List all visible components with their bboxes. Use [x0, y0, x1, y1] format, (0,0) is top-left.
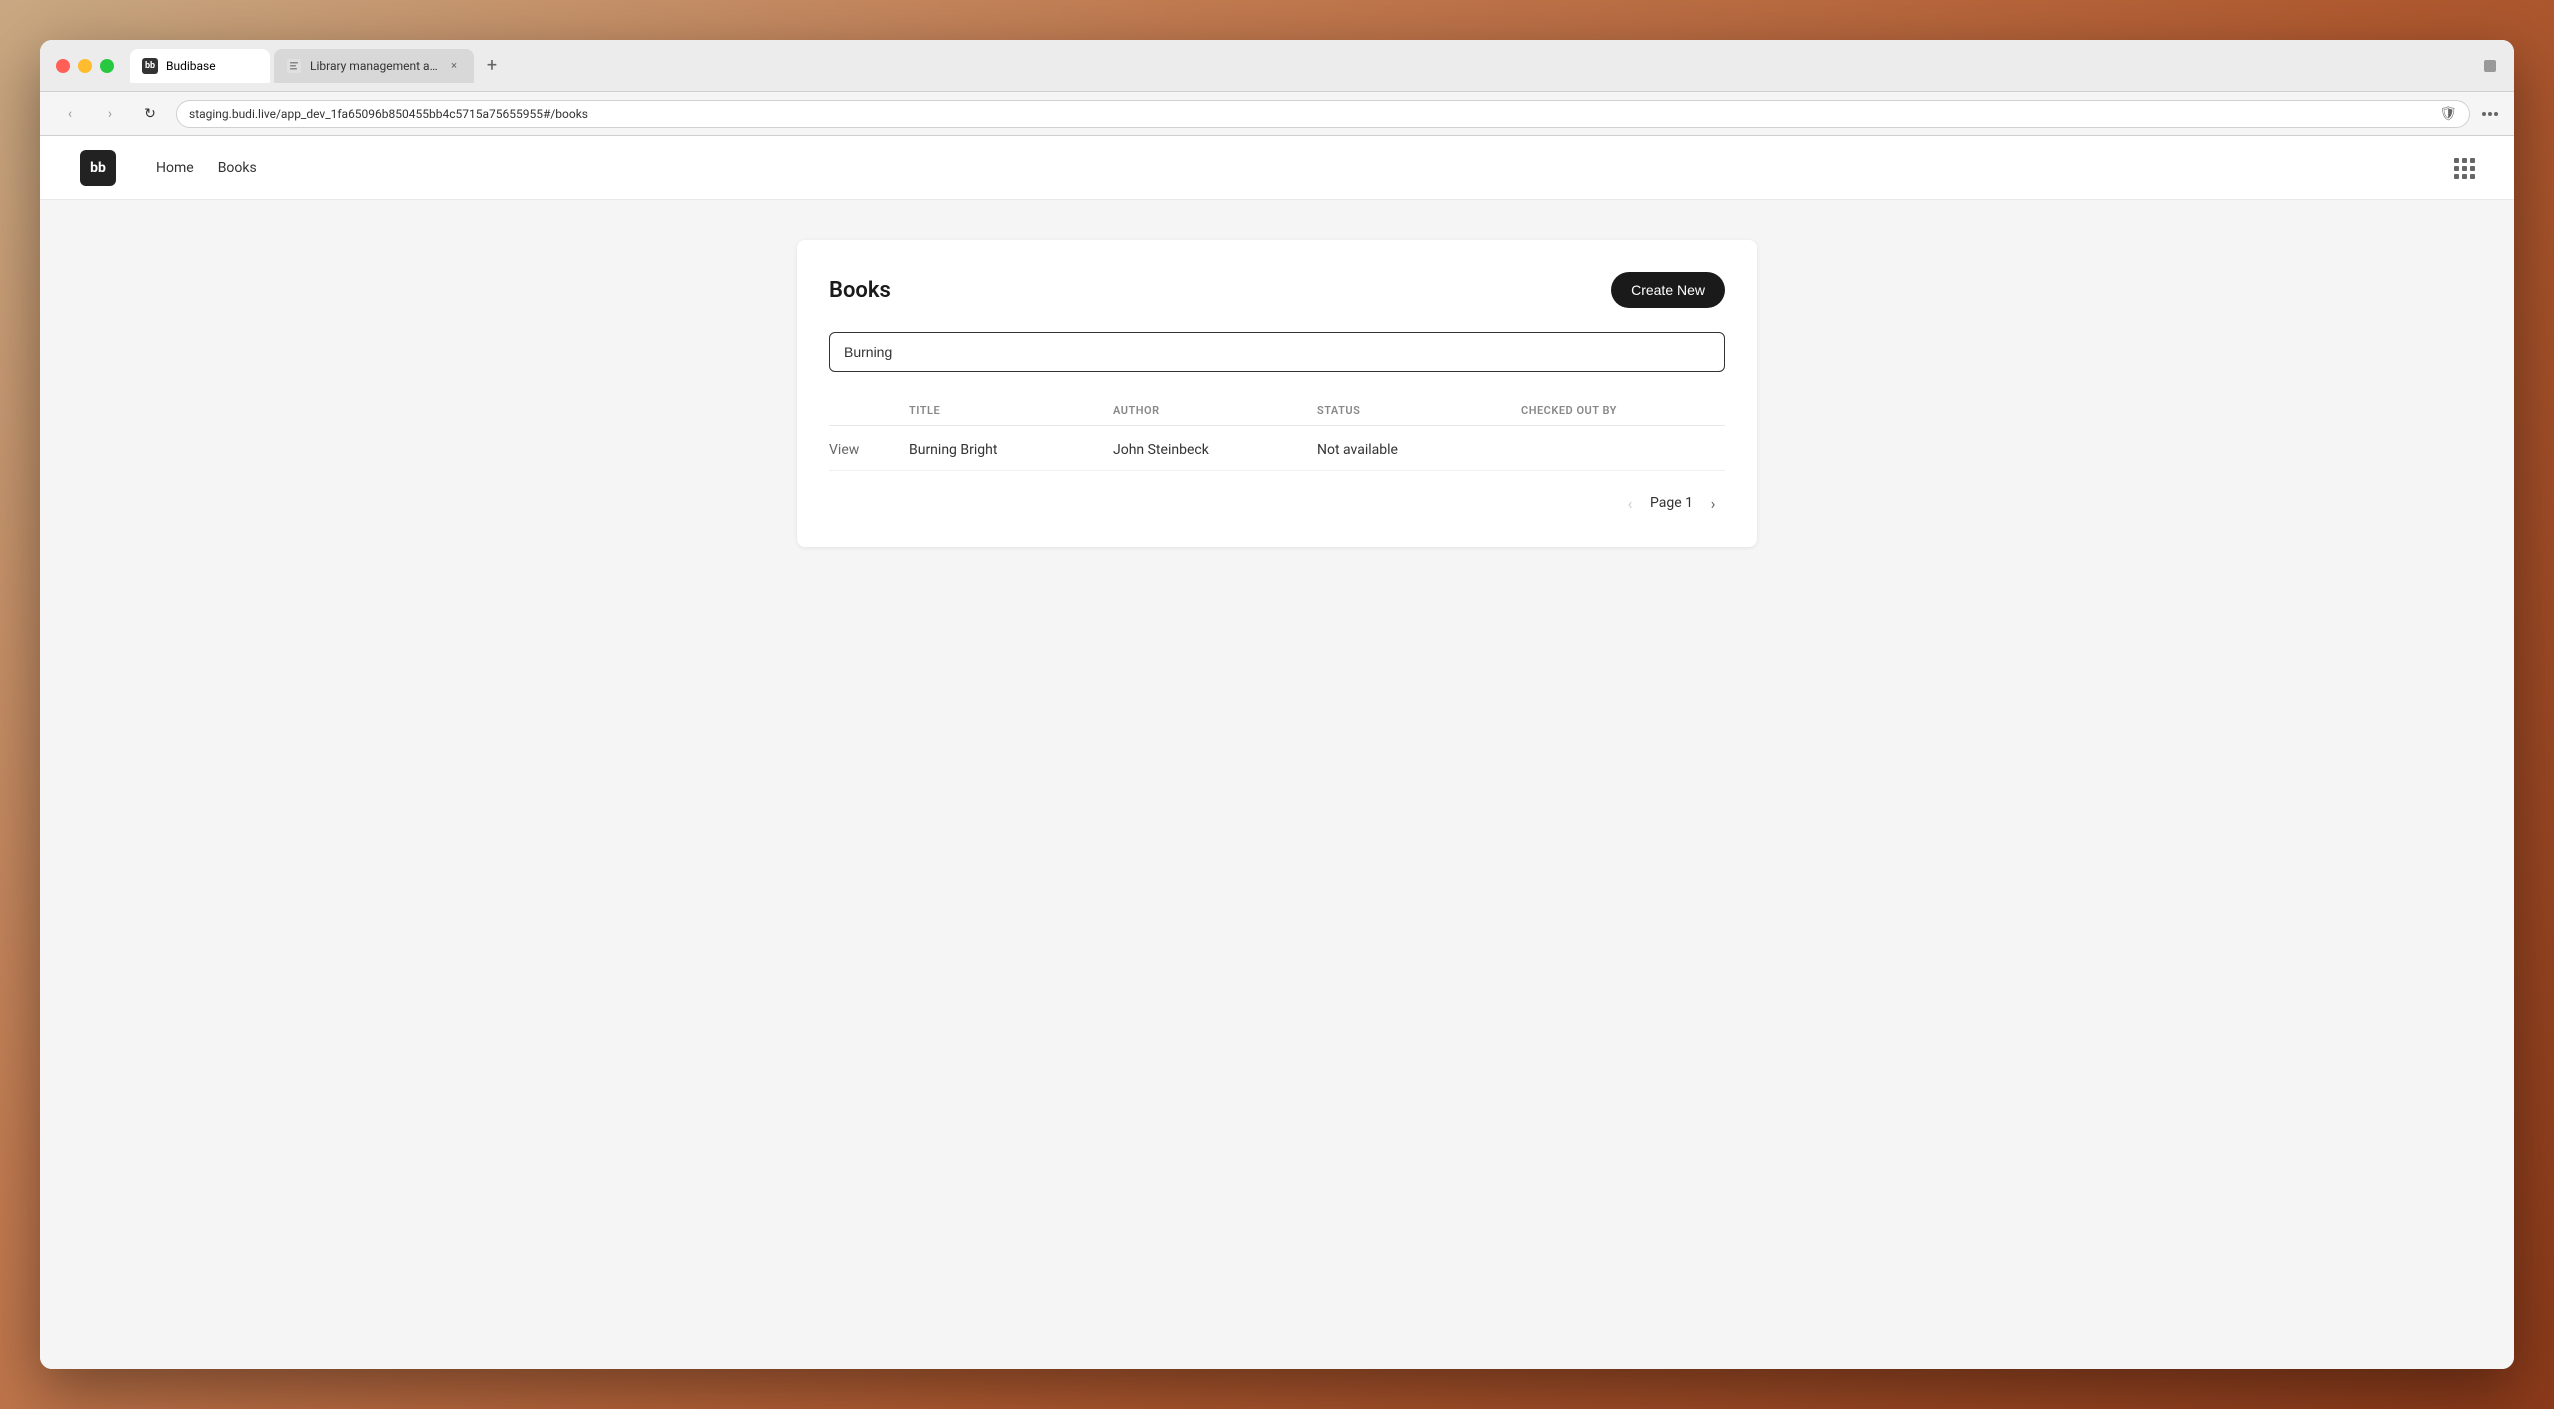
- budibase-logo-icon: bb: [142, 58, 158, 74]
- reload-button[interactable]: ↻: [136, 100, 164, 128]
- shield-icon: 🛡: [2439, 106, 2457, 122]
- title-bar: bb Budibase Library management app × +: [40, 40, 2514, 92]
- maximize-button[interactable]: [100, 59, 114, 73]
- content-card: Books Create New TITLE AUTHOR STATUS CHE…: [797, 240, 1757, 547]
- table-row: View Burning Bright John Steinbeck Not a…: [829, 430, 1725, 471]
- app-content: bb Home Books: [40, 136, 2514, 1369]
- view-link[interactable]: View: [829, 442, 859, 458]
- col-header-title: TITLE: [909, 404, 1113, 417]
- tab-favicon-library: [286, 58, 302, 74]
- app-header: bb Home Books: [40, 136, 2514, 200]
- col-header-author: AUTHOR: [1113, 404, 1317, 417]
- tab-library-label: Library management app: [310, 59, 438, 73]
- window-icon: [2484, 60, 2496, 72]
- address-text: staging.budi.live/app_dev_1fa65096b85045…: [189, 107, 2431, 121]
- pagination-page-text: Page 1: [1650, 495, 1693, 511]
- page-title: Books: [829, 278, 891, 303]
- books-table: TITLE AUTHOR STATUS CHECKED OUT BY View …: [829, 396, 1725, 471]
- create-new-button[interactable]: Create New: [1611, 272, 1725, 308]
- nav-bar: ‹ › ↻ staging.budi.live/app_dev_1fa65096…: [40, 92, 2514, 136]
- search-input[interactable]: [829, 332, 1725, 372]
- minimize-button[interactable]: [78, 59, 92, 73]
- nav-books[interactable]: Books: [218, 160, 257, 176]
- browser-menu-button[interactable]: [2482, 112, 2498, 116]
- pagination-prev-button[interactable]: ‹: [1618, 491, 1642, 515]
- window-controls-right: [2482, 58, 2498, 74]
- row-status: Not available: [1317, 442, 1521, 458]
- traffic-lights: [56, 59, 114, 73]
- row-action: View: [829, 442, 909, 458]
- tab-close-button[interactable]: ×: [446, 58, 462, 74]
- tabs-area: bb Budibase Library management app × +: [130, 49, 2482, 83]
- nav-home[interactable]: Home: [156, 160, 194, 176]
- forward-button[interactable]: ›: [96, 100, 124, 128]
- table-header: TITLE AUTHOR STATUS CHECKED OUT BY: [829, 396, 1725, 426]
- col-header-action: [829, 404, 909, 417]
- card-header: Books Create New: [829, 272, 1725, 308]
- pagination-next-button[interactable]: ›: [1701, 491, 1725, 515]
- tab-budibase-label: Budibase: [166, 59, 258, 73]
- col-header-checked-out-by: CHECKED OUT BY: [1521, 404, 1725, 417]
- tab-library-app[interactable]: Library management app ×: [274, 49, 474, 83]
- row-author: John Steinbeck: [1113, 442, 1317, 458]
- app-header-right: [2454, 158, 2474, 178]
- main-content: Books Create New TITLE AUTHOR STATUS CHE…: [40, 200, 2514, 1369]
- close-button[interactable]: [56, 59, 70, 73]
- back-button[interactable]: ‹: [56, 100, 84, 128]
- address-bar[interactable]: staging.budi.live/app_dev_1fa65096b85045…: [176, 100, 2470, 128]
- col-header-status: STATUS: [1317, 404, 1521, 417]
- tab-budibase[interactable]: bb Budibase: [130, 49, 270, 83]
- grid-menu-icon[interactable]: [2454, 158, 2474, 178]
- browser-window: bb Budibase Library management app × +: [40, 40, 2514, 1369]
- pagination: ‹ Page 1 ›: [829, 491, 1725, 515]
- app-logo: bb: [80, 150, 116, 186]
- row-title: Burning Bright: [909, 442, 1113, 458]
- new-tab-button[interactable]: +: [478, 52, 506, 80]
- app-nav: Home Books: [156, 160, 2454, 176]
- tab-favicon-budibase: bb: [142, 58, 158, 74]
